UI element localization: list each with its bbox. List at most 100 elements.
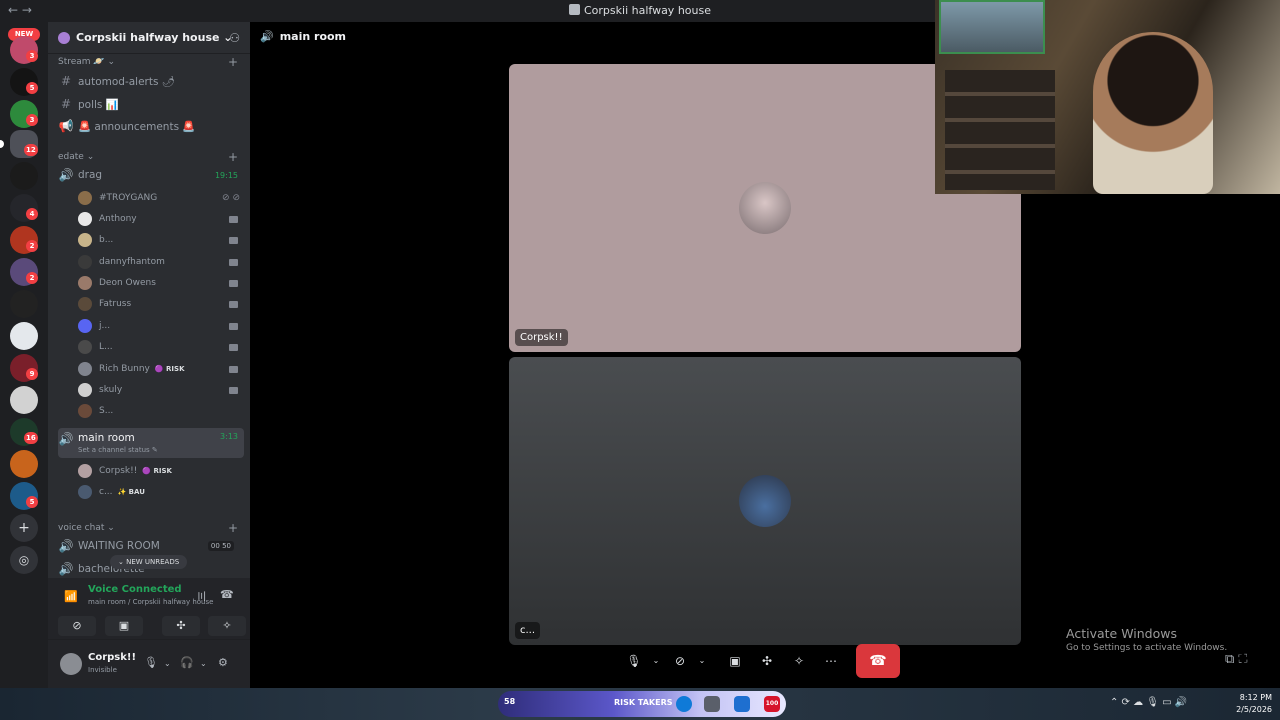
server-badge-11: 9: [26, 368, 38, 380]
server-icon-9[interactable]: [10, 290, 38, 318]
camera-icon: [229, 300, 238, 308]
chevron-down-icon[interactable]: ⌄: [200, 659, 207, 668]
camera-off-button[interactable]: ⊘: [58, 616, 96, 636]
user-limit-count: 50: [222, 542, 231, 550]
user-limit: 00 50: [207, 541, 234, 551]
camera-icon: [229, 215, 238, 223]
category-edate[interactable]: edate ⌄ +: [58, 150, 238, 164]
popout-icons[interactable]: ⧉ ⛶: [1225, 652, 1248, 667]
new-unreads-pill[interactable]: ⌄ NEW UNREADS: [110, 555, 188, 569]
edge-icon[interactable]: [676, 696, 692, 712]
invite-icon[interactable]: ⚇: [229, 31, 240, 45]
speaker-icon: 🔊: [58, 562, 74, 576]
voice-member[interactable]: b...: [78, 230, 246, 250]
more-options-icon[interactable]: ⋯: [818, 648, 844, 674]
screen-share-button[interactable]: ▣: [105, 616, 143, 636]
avatar[interactable]: [60, 653, 82, 675]
member-name: c...: [99, 487, 113, 497]
member-name: #TROYGANG: [99, 193, 158, 203]
mail-icon[interactable]: [734, 696, 750, 712]
voice-member[interactable]: S...: [78, 401, 246, 421]
server-header[interactable]: Corpskii halfway house ⌄ ⚇: [48, 22, 250, 54]
category-stream[interactable]: Stream 🪐 ⌄ +: [58, 55, 238, 69]
server-icon-5[interactable]: [10, 162, 38, 190]
voice-member[interactable]: Fatruss: [78, 294, 246, 314]
voice-member[interactable]: Rich Bunny 🟣 RISK: [78, 359, 246, 379]
user-count: 00: [210, 542, 220, 550]
speaker-icon: 🔊: [260, 30, 274, 43]
voice-channel-waiting-room[interactable]: 🔊 WAITING ROOM 00 50: [58, 536, 244, 556]
soundboard-icon[interactable]: ✧: [786, 648, 812, 674]
add-channel-icon[interactable]: +: [228, 521, 238, 535]
add-channel-icon[interactable]: +: [228, 55, 238, 69]
avatar: [78, 191, 92, 205]
server-badge-2: 5: [26, 82, 38, 94]
voice-location[interactable]: main room / Corpskii halfway house: [88, 598, 213, 606]
activities-icon[interactable]: ✣: [754, 648, 780, 674]
microphone-icon[interactable]: 🎙: [144, 656, 158, 669]
voice-member[interactable]: L...: [78, 337, 246, 357]
discover-icon[interactable]: ◎: [10, 546, 38, 574]
server-badge-6: 4: [26, 208, 38, 220]
avatar: [78, 276, 92, 290]
soundboard-button[interactable]: ✧: [208, 616, 246, 636]
server-icon-12[interactable]: [10, 386, 38, 414]
app-100-icon[interactable]: 100: [764, 696, 780, 712]
voice-status[interactable]: Voice Connected: [88, 584, 182, 595]
voice-connected-panel: 📶 Voice Connected main room / Corpskii h…: [48, 578, 250, 640]
screen-share-icon[interactable]: ▣: [722, 648, 748, 674]
clock[interactable]: 8:12 PM 2/5/2026: [1232, 692, 1272, 716]
voice-member[interactable]: #TROYGANG ⊘ ⊘: [78, 188, 246, 208]
channel-automod-alerts[interactable]: # automod-alerts 🌶: [58, 71, 244, 91]
speaker-icon: 🔊: [58, 432, 74, 446]
voice-member[interactable]: Anthony: [78, 209, 246, 229]
member-name: skuly: [99, 385, 123, 395]
server-badge-13: 16: [24, 432, 38, 444]
chevron-down-icon[interactable]: ⌄: [643, 648, 669, 674]
chevron-down-icon[interactable]: ⌄: [689, 648, 715, 674]
member-tag: ✨ BAU: [117, 488, 145, 496]
avatar: [78, 464, 92, 478]
category-stream-label: Stream 🪐 ⌄: [58, 57, 116, 67]
clock-time: 8:12 PM: [1239, 693, 1272, 702]
channel-polls[interactable]: # polls 📊: [58, 94, 244, 114]
server-icon-14[interactable]: [10, 450, 38, 478]
voice-member[interactable]: j...: [78, 316, 246, 336]
settings-gear-icon[interactable]: ⚙: [218, 656, 228, 669]
channel-announcements[interactable]: 📢 🚨 announcements 🚨: [58, 116, 244, 136]
system-tray[interactable]: ⌃ ⟳ ☁ 🎙 ▭ 🔊: [1110, 697, 1187, 708]
voice-member[interactable]: Deon Owens: [78, 273, 246, 293]
voice-member[interactable]: dannyfhantom: [78, 252, 246, 272]
server-ghost-icon: [58, 31, 70, 44]
video-tile[interactable]: c...: [509, 357, 1021, 645]
taskbar-label: RISK TAKERS: [614, 698, 673, 707]
disconnect-icon[interactable]: ☎: [220, 588, 234, 601]
category-voice-chat-label: voice chat ⌄: [58, 523, 115, 533]
add-server-icon[interactable]: +: [10, 514, 38, 542]
participant-avatar: [739, 182, 791, 234]
signal-icon[interactable]: 📶: [64, 590, 78, 603]
add-channel-icon[interactable]: +: [228, 150, 238, 164]
user-name[interactable]: Corpsk!!: [88, 652, 136, 663]
camera-icon: [229, 236, 238, 244]
taskbar-count: 58: [504, 697, 516, 706]
voice-member[interactable]: c... ✨ BAU: [78, 482, 246, 502]
category-edate-label: edate ⌄: [58, 152, 95, 162]
voice-channel-drag[interactable]: 🔊 drag 19:15: [58, 165, 244, 185]
channel-status[interactable]: Set a channel status ✎: [78, 446, 158, 454]
voice-member[interactable]: skuly: [78, 380, 246, 400]
member-tag: 🟣 RISK: [142, 467, 172, 475]
category-voice-chat[interactable]: voice chat ⌄ +: [58, 521, 238, 535]
headphones-icon[interactable]: 🎧: [180, 656, 194, 669]
taskbar-group: 58 RISK TAKERS 100: [498, 691, 786, 717]
noise-suppression-icon[interactable]: 〣: [196, 588, 207, 604]
voice-channel-main-room[interactable]: 🔊 main room 3:13 Set a channel status ✎: [58, 428, 244, 458]
hash-icon: #: [60, 97, 72, 111]
chevron-down-icon[interactable]: ⌄: [164, 659, 171, 668]
activities-button[interactable]: ✣: [162, 616, 200, 636]
disconnect-button[interactable]: ☎: [856, 644, 900, 678]
store-icon[interactable]: [704, 696, 720, 712]
webcam-overlay: [935, 0, 1280, 194]
voice-member[interactable]: Corpsk!! 🟣 RISK: [78, 461, 246, 481]
server-icon-10[interactable]: [10, 322, 38, 350]
